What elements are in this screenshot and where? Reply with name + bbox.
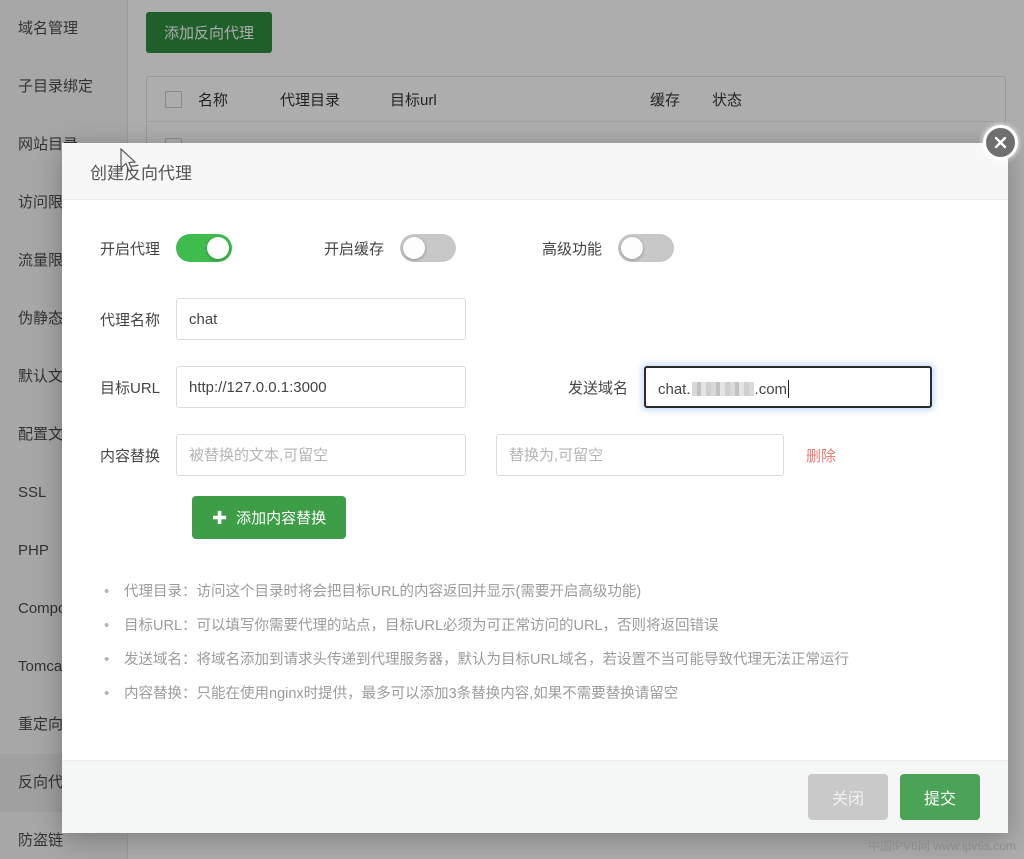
toggle-knob <box>621 237 643 259</box>
send-domain-label: 发送域名 <box>567 379 628 397</box>
toggle-knob <box>403 237 425 259</box>
content-replace-label: 内容替换 <box>99 447 160 465</box>
replace-to-input[interactable] <box>496 434 784 476</box>
hint-send-domain: 发送域名：将域名添加到请求头传递到代理服务器，默认为目标URL域名，若设置不当可… <box>98 643 1008 677</box>
hint-proxy-dir: 代理目录：访问这个目录时将会把目标URL的内容返回并显示(需要开启高级功能) <box>98 575 1008 609</box>
content-replace-row: 内容替换 删除 <box>62 434 1008 476</box>
app-root: 域名管理 子目录绑定 网站目录 访问限制 流量限制 伪静态 默认文档 配置文件 … <box>0 0 1024 859</box>
toggles-row: 开启代理 开启缓存 高级功能 <box>62 234 1008 262</box>
close-x-glyph <box>994 136 1007 149</box>
watermark: 中国IPV6网 www.ipv6s.com <box>867 839 1016 853</box>
close-button[interactable]: 关闭 <box>807 774 888 820</box>
proxy-name-input[interactable] <box>176 298 466 340</box>
target-url-input[interactable] <box>176 366 466 408</box>
toggle-knob <box>207 237 229 259</box>
enable-cache-toggle[interactable] <box>400 234 456 262</box>
dialog-title: 创建反向代理 <box>90 163 192 183</box>
proxy-name-row: 代理名称 <box>62 298 1008 340</box>
dialog-footer: 关闭 提交 <box>62 760 1008 833</box>
text-caret <box>788 380 790 398</box>
proxy-name-label: 代理名称 <box>99 311 160 329</box>
send-domain-prefix: chat. <box>658 380 691 398</box>
dialog-header: 创建反向代理 <box>62 143 1008 200</box>
mouse-cursor <box>120 148 137 172</box>
redacted-domain <box>691 382 754 396</box>
hints-list: 代理目录：访问这个目录时将会把目标URL的内容返回并显示(需要开启高级功能) 目… <box>98 575 1008 711</box>
send-domain-suffix: .com <box>754 380 788 398</box>
add-content-replace-button[interactable]: ✚ 添加内容替换 <box>192 496 347 539</box>
hint-content-replace: 内容替换：只能在使用nginx时提供，最多可以添加3条替换内容,如果不需要替换请… <box>98 677 1008 711</box>
close-icon[interactable] <box>983 125 1018 160</box>
dialog-body: 开启代理 开启缓存 高级功能 代理名称 目标URL 发送域名 chat. <box>62 234 1008 794</box>
hint-target-url: 目标URL：可以填写你需要代理的站点，目标URL必须为可正常访问的URL，否则将… <box>98 609 1008 643</box>
add-content-replace-label: 添加内容替换 <box>236 510 327 527</box>
advanced-feature-toggle[interactable] <box>618 234 674 262</box>
target-url-label: 目标URL <box>99 379 160 397</box>
send-domain-input[interactable]: chat. .com <box>644 366 932 408</box>
send-domain-value: chat. .com <box>646 368 930 410</box>
enable-cache-label: 开启缓存 <box>323 240 384 258</box>
enable-proxy-toggle[interactable] <box>176 234 232 262</box>
target-url-row: 目标URL 发送域名 chat. .com <box>62 366 1008 408</box>
submit-button[interactable]: 提交 <box>899 774 980 820</box>
plus-icon: ✚ <box>212 507 228 528</box>
enable-proxy-label: 开启代理 <box>99 240 160 258</box>
create-reverse-proxy-dialog: 创建反向代理 开启代理 开启缓存 高级功能 代理名称 目标URL 发 <box>62 143 1008 833</box>
delete-replace-link[interactable]: 删除 <box>806 445 836 466</box>
advanced-feature-label: 高级功能 <box>541 240 602 258</box>
replace-from-input[interactable] <box>176 434 466 476</box>
